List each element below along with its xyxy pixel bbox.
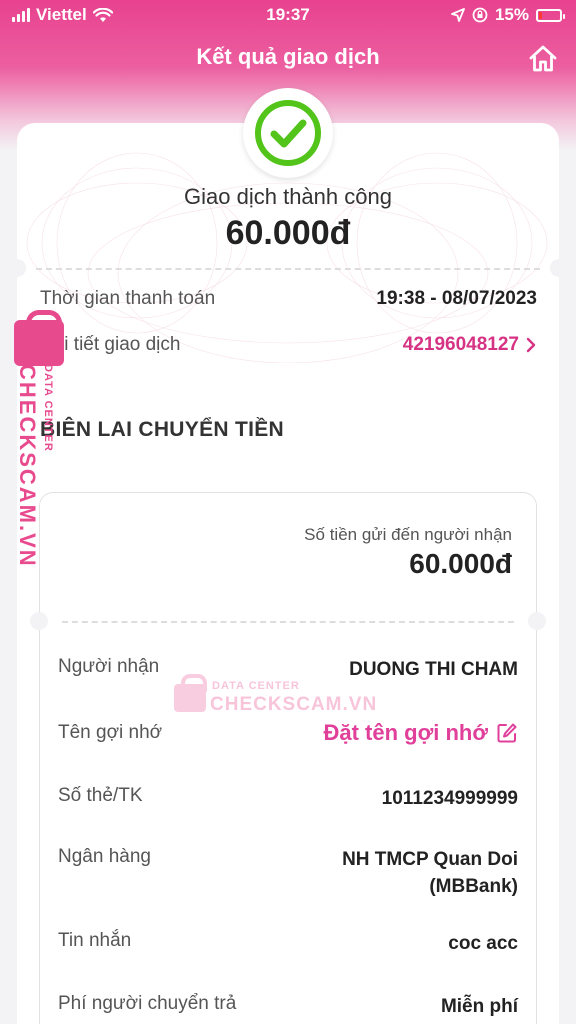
chevron-right-icon	[526, 337, 536, 353]
bank-row: Ngân hàng NH TMCP Quan Doi (MBBank)	[58, 846, 518, 900]
watermark-tagline: DATA CENTER	[42, 364, 54, 452]
payment-time-row: Thời gian thanh toán 19:38 - 08/07/2023	[40, 288, 537, 310]
fee-row: Phí người chuyển trả Miễn phí	[58, 993, 518, 1020]
home-icon	[529, 45, 557, 72]
bank-name: NH TMCP Quan Doi	[342, 849, 518, 870]
account-number-row: Số thẻ/TK 1011234999999	[58, 785, 518, 812]
status-right: 15%	[451, 5, 565, 25]
bank-short-name: (MBBank)	[429, 876, 518, 897]
payment-time-value: 19:38 - 08/07/2023	[376, 288, 537, 309]
nickname-label: Tên gợi nhớ	[58, 722, 163, 743]
transaction-detail-link[interactable]: 42196048127	[403, 334, 537, 356]
set-nickname-button[interactable]: Đặt tên gợi nhớ	[324, 720, 519, 746]
receipt-sent-amount: 60.000đ	[409, 548, 512, 579]
recipient-label: Người nhận	[58, 656, 160, 677]
set-nickname-label: Đặt tên gợi nhớ	[323, 720, 489, 745]
watermark-lock-icon	[14, 310, 64, 366]
receipt-title: BIÊN LAI CHUYỂN TIỀN	[40, 418, 285, 441]
watermark-center-brand: CHECKSCAM.VN	[210, 694, 378, 715]
battery-fill	[539, 11, 542, 19]
receipt-notch-left	[30, 612, 48, 630]
status-bar: Viettel 19:37 15%	[0, 0, 576, 30]
transaction-detail-row[interactable]: Chi tiết giao dịch 42196048127	[40, 334, 537, 356]
card-notch-right	[550, 259, 568, 277]
account-number-label: Số thẻ/TK	[58, 785, 143, 806]
account-number-value: 1011234999999	[381, 788, 518, 809]
message-value: coc acc	[448, 933, 518, 954]
home-button[interactable]	[528, 44, 558, 74]
location-icon	[451, 8, 465, 22]
receipt-notch-right	[528, 612, 546, 630]
page-title: Kết quả giao dịch	[196, 44, 380, 69]
fee-value: Miễn phí	[440, 996, 518, 1017]
battery-percent: 15%	[494, 5, 529, 24]
bank-value: NH TMCP Quan Doi (MBBank)	[342, 846, 518, 900]
watermark-brand: CHECKSCAM.VN	[15, 364, 40, 568]
card-divider	[36, 268, 540, 270]
edit-icon	[497, 723, 517, 743]
check-circle-icon	[255, 100, 321, 166]
watermark-center: DATA CENTER CHECKSCAM.VN	[170, 670, 376, 716]
transaction-amount: 60.000đ	[225, 214, 351, 252]
transaction-status: Giao dịch thành công	[184, 184, 392, 209]
watermark-vertical: CHECKSCAM.VN DATA CENTER	[6, 310, 64, 568]
receipt-divider	[62, 621, 514, 623]
bank-label: Ngân hàng	[58, 846, 151, 867]
fee-label: Phí người chuyển trả	[58, 993, 237, 1014]
transaction-id: 42196048127	[402, 334, 519, 355]
message-row: Tin nhắn coc acc	[58, 930, 518, 957]
watermark-center-lock-icon	[174, 674, 207, 712]
watermark-center-tagline: DATA CENTER	[212, 680, 300, 692]
recipient-value: DUONG THI CHAM	[349, 659, 518, 680]
message-label: Tin nhắn	[58, 930, 132, 951]
nickname-row: Tên gợi nhớ Đặt tên gợi nhớ	[58, 720, 518, 746]
rotation-lock-icon	[472, 7, 488, 23]
receipt-sent-label: Số tiền gửi đến người nhận	[304, 525, 512, 544]
battery-icon	[536, 8, 565, 22]
card-notch-left	[8, 259, 26, 277]
payment-time-label: Thời gian thanh toán	[40, 288, 216, 309]
success-badge	[243, 88, 333, 178]
